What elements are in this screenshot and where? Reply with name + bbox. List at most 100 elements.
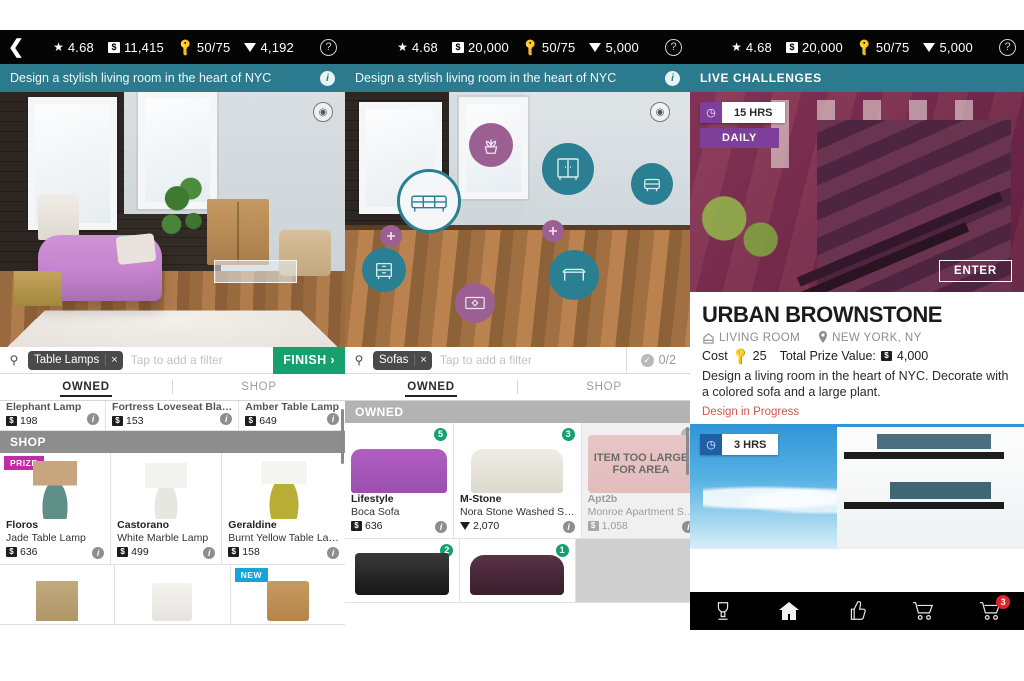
catalog-panel1[interactable]: Elephant Lamp $ 198 i Fortress Loveseat … [0,401,345,625]
challenge-2-hero-image[interactable]: ◷ 3 HRS [690,424,1024,549]
list-item[interactable]: Amber Table Lamp $ 649 i [239,401,345,431]
product-desc: Jade Table Lamp [6,532,86,544]
product-card[interactable]: 5 Lifestyle Boca Sofa $ 636 i [345,423,454,539]
key-icon: 🔑 [175,36,196,58]
catalog-panel2[interactable]: OWNED 5 Lifestyle Boca Sofa $ 636 i 3 M-… [345,401,690,603]
back-chevron-icon[interactable]: ❮ [8,38,34,57]
tab-shop[interactable]: SHOP [518,374,690,400]
info-icon[interactable]: i [320,70,335,86]
catalog-scrollbar[interactable] [341,409,344,464]
panel-placement-view: ★ 4.68 $ 20,000 🔑 50/75 5,000 ? Design a… [345,30,690,630]
bottom-navigation: 3 [690,592,1024,630]
filter-input-placeholder[interactable]: Tap to add a filter [432,353,626,367]
owned-grid-row2: 2 1 [345,539,690,603]
product-card-empty [575,539,690,603]
check-circle-icon: ✓ [640,353,654,367]
keys-value: 50/75 [541,39,576,55]
product-card[interactable] [115,565,231,625]
close-icon[interactable]: × [105,354,122,366]
dresser-placement-icon[interactable] [362,247,407,292]
info-icon[interactable]: i [682,521,690,533]
filter-chip-table-lamps[interactable]: Table Lamps × [28,350,123,370]
table-placement-icon[interactable] [548,250,599,301]
room-floor [345,229,690,347]
info-icon[interactable]: i [87,413,100,425]
product-thumbnail [351,431,447,493]
eye-icon[interactable]: ◉ [650,102,670,122]
product-card[interactable] [0,565,116,625]
info-icon[interactable]: i [562,521,575,533]
panel-live-challenges: ★ 4.68 $ 20,000 🔑 50/75 5,000 ? LIVE CHA… [690,30,1024,630]
info-icon[interactable]: i [327,547,339,559]
search-icon[interactable]: ⚲ [345,353,373,367]
info-icon[interactable]: i [327,413,339,425]
tab-owned-label: OWNED [62,381,110,393]
challenge-banner-panel1: Design a stylish living room in the hear… [0,64,345,92]
product-price: $ 1,058 [587,519,690,533]
product-card[interactable]: 3 M-Stone Nora Stone Washed S… 2,070 i [454,423,582,539]
clock-icon: ◷ [700,102,722,123]
tab-owned[interactable]: OWNED [345,374,517,400]
challenge-2-timer-value: 3 HRS [722,434,779,455]
help-circle-icon[interactable]: ? [665,38,682,56]
filter-chip-sofas[interactable]: Sofas × [373,350,432,370]
cash-icon: $ [880,351,892,361]
info-icon[interactable]: i [665,70,680,86]
product-card[interactable]: NEW [230,565,345,625]
close-icon[interactable]: × [414,354,431,366]
product-card[interactable]: PRIZE Floros Jade Table Lamp $ 636 i [0,453,112,565]
white-marble-lamp-image [145,463,188,519]
key-icon: 🔑 [520,36,541,58]
filter-chip-label: Sofas [379,354,409,366]
cart-badge-icon[interactable]: 3 [978,595,1011,622]
help-circle-icon[interactable]: ? [320,38,337,56]
product-brand: Apt2b [587,493,618,505]
add-placement-icon-2[interactable] [541,219,564,242]
home-icon[interactable] [777,600,801,622]
product-card-unavailable[interactable]: 3 ITEM TOO LARGE FOR AREA Apt2b Monroe A… [581,423,690,539]
challenge-hero-image[interactable]: ◷ 15 HRS DAILY ENTER [690,92,1024,292]
requirement-counter: ✓ 0/2 [625,346,690,374]
list-item[interactable]: Elephant Lamp $ 198 i [0,401,107,431]
location-label: NEW YORK, NY [832,331,922,344]
plant-placement-icon[interactable] [469,122,514,167]
catalog-scrollbar[interactable] [686,427,689,475]
trophy-icon[interactable] [712,600,734,622]
location-pin-icon [819,331,828,343]
cash-value: 11,415 [123,39,164,55]
product-card[interactable]: Geraldine Burnt Yellow Table La… $ 158 i [222,453,345,565]
tab-shop[interactable]: SHOP [173,374,345,400]
finish-button[interactable]: FINISH › [273,346,345,374]
product-card[interactable]: 2 [345,539,461,603]
product-card[interactable]: 1 [460,539,576,603]
product-thumbnail [460,431,575,493]
cart-icon[interactable] [911,600,935,622]
list-item[interactable]: Fortress Loveseat Bla… $ 153 i [106,401,240,431]
help-circle-icon[interactable]: ? [999,38,1016,56]
section-header-label: OWNED [355,405,404,419]
room-render-panel1[interactable]: ◉ [0,92,345,347]
tab-owned[interactable]: OWNED [0,374,172,400]
room-render-panel2[interactable]: ◉ [345,92,690,347]
challenge-banner-text: Design a stylish living room in the hear… [355,71,617,85]
status-bar-panel3: ★ 4.68 $ 20,000 🔑 50/75 5,000 ? [690,30,1024,64]
thumbs-up-icon[interactable] [845,600,867,622]
add-placement-icon[interactable] [379,224,402,247]
tan-lamp-image [36,581,79,621]
prize-value: 4,000 [896,349,929,363]
requirement-count-value: 0/2 [658,353,676,367]
sofa-placement-icon[interactable] [396,168,461,233]
boca-sofa-image [351,449,447,493]
search-icon[interactable]: ⚲ [0,353,28,367]
challenge-status[interactable]: Design in Progress [702,406,1012,418]
cash-icon: $ [351,521,362,531]
brownstone-foliage [690,180,804,276]
info-icon[interactable]: i [435,521,447,533]
product-price: $ 499 [117,545,215,559]
product-price: $ 636 [6,545,104,559]
filter-input-placeholder[interactable]: Tap to add a filter [123,353,274,367]
eye-icon[interactable]: ◉ [313,102,333,122]
cabinet-placement-icon[interactable] [541,143,594,195]
product-card[interactable]: Castorano White Marble Lamp $ 499 i [111,453,223,565]
enter-button[interactable]: ENTER [939,260,1012,282]
